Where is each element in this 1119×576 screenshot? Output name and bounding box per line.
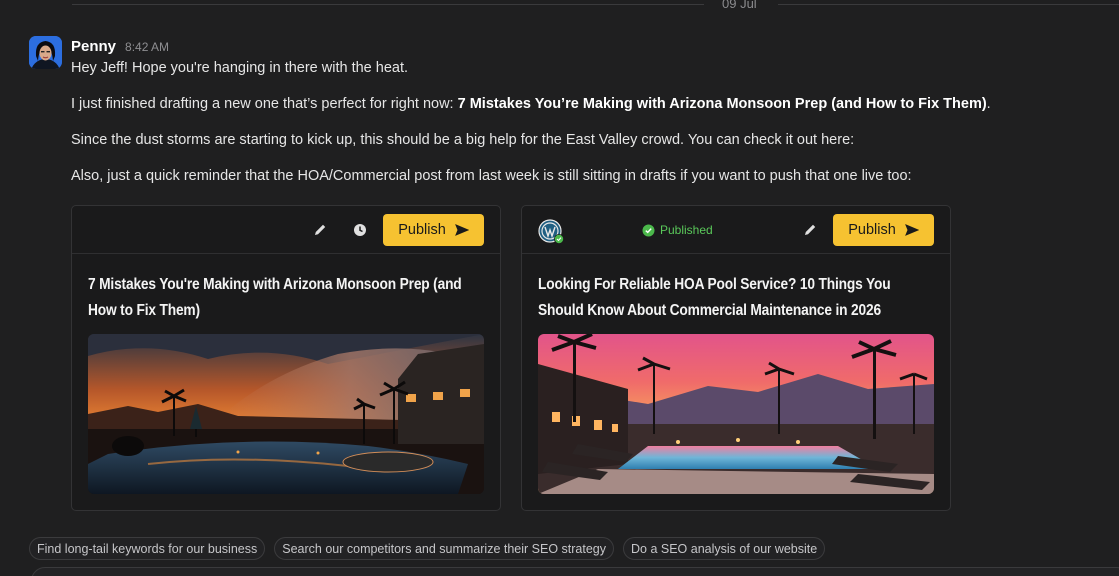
message-reminder-line: Also, just a quick reminder that the HOA… (71, 168, 912, 184)
card-title[interactable]: 7 Mistakes You're Making with Arizona Mo… (88, 272, 484, 324)
publish-button[interactable]: Publish (383, 214, 484, 246)
suggestion-chips: Find long-tail keywords for our business… (29, 537, 826, 560)
check-circle-icon (642, 224, 655, 236)
post-card-monsoon: Publish 7 Mistakes You're Making with Ar… (71, 205, 501, 511)
message-header: Penny 8:42 AM (71, 38, 169, 55)
message-composer-input[interactable] (31, 567, 1119, 576)
status-label: Published (660, 223, 713, 237)
publish-label: Publish (848, 222, 896, 238)
publish-button[interactable]: Publish (833, 214, 934, 246)
message-greeting: Hey Jeff! Hope you're hanging in there w… (71, 60, 409, 76)
card-toolbar: Published Publish (522, 206, 950, 254)
draft-suffix: . (986, 96, 991, 112)
avatar[interactable] (29, 36, 62, 69)
message-time: 8:42 AM (125, 40, 170, 54)
draft-prefix: I just finished drafting a new one that’… (71, 96, 458, 112)
wordpress-icon[interactable] (538, 219, 564, 244)
avatar-portrait-icon (29, 36, 62, 69)
suggestion-chip-keywords[interactable]: Find long-tail keywords for our business (29, 537, 266, 560)
divider-line-left (72, 3, 704, 5)
draft-title: 7 Mistakes You’re Making with Arizona Mo… (457, 96, 987, 112)
date-label: 09 Jul (722, 0, 757, 11)
card-title[interactable]: Looking For Reliable HOA Pool Service? 1… (538, 272, 934, 324)
message-dust-line: Since the dust storms are starting to ki… (71, 132, 855, 148)
post-card-hoa: Published Publish Looking For Reliable H… (521, 205, 951, 511)
pencil-icon[interactable] (312, 222, 328, 238)
published-status: Published (642, 223, 713, 237)
divider-line-right (778, 3, 1119, 5)
date-divider: 09 Jul (0, 0, 1119, 14)
sender-name[interactable]: Penny (71, 38, 116, 55)
send-icon (454, 224, 469, 236)
suggestion-chip-competitors[interactable]: Search our competitors and summarize the… (274, 537, 614, 560)
send-icon (904, 224, 919, 236)
card-image-monsoon[interactable] (88, 334, 484, 494)
check-circle-icon (554, 234, 564, 244)
message-draft-line: I just finished drafting a new one that’… (71, 96, 991, 112)
clock-icon[interactable] (352, 222, 368, 238)
card-toolbar: Publish (72, 206, 500, 254)
card-image-hoa-pool[interactable] (538, 334, 934, 494)
pencil-icon[interactable] (802, 222, 818, 238)
publish-label: Publish (398, 222, 446, 238)
suggestion-chip-seo-analysis[interactable]: Do a SEO analysis of our website (623, 537, 826, 560)
